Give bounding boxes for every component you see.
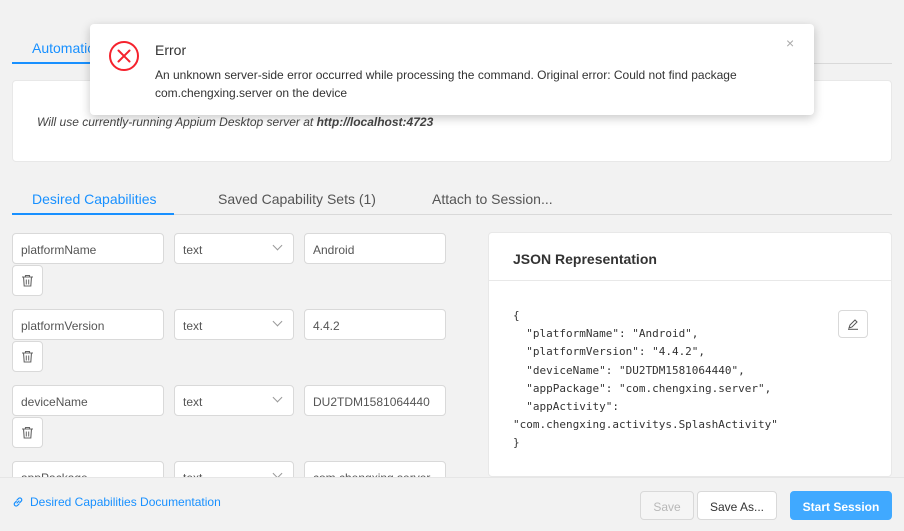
capability-type-value: text bbox=[183, 395, 203, 409]
save-button[interactable]: Save bbox=[640, 491, 694, 520]
server-info-prefix: Will use currently-running Appium Deskto… bbox=[37, 115, 317, 129]
capability-type-select[interactable]: text bbox=[174, 385, 294, 416]
error-circle-icon bbox=[109, 41, 139, 71]
capability-value-input[interactable]: 4.4.2 bbox=[304, 309, 446, 340]
json-representation-panel: JSON Representation { "platformName": "A… bbox=[488, 232, 892, 477]
capability-name-input[interactable]: platformVersion bbox=[12, 309, 164, 340]
capability-value-input[interactable]: Android bbox=[304, 233, 446, 264]
capability-name-input[interactable]: deviceName bbox=[12, 385, 164, 416]
capability-name-input[interactable]: platformName bbox=[12, 233, 164, 264]
capability-tabs: Desired Capabilities Saved Capability Se… bbox=[12, 186, 892, 215]
edit-json-button[interactable] bbox=[838, 310, 868, 338]
link-icon bbox=[13, 497, 23, 507]
edit-icon bbox=[848, 319, 858, 330]
json-code-block: { "platformName": "Android", "platformVe… bbox=[513, 309, 778, 450]
tab-desired-capabilities[interactable]: Desired Capabilities bbox=[12, 186, 174, 215]
delete-capability-button[interactable] bbox=[12, 341, 43, 372]
trash-icon bbox=[22, 350, 33, 363]
delete-capability-button[interactable] bbox=[12, 265, 43, 296]
json-panel-title: JSON Representation bbox=[513, 251, 657, 267]
start-session-button[interactable]: Start Session bbox=[790, 491, 892, 520]
capability-type-value: text bbox=[183, 319, 203, 333]
chevron-down-icon bbox=[272, 392, 283, 403]
tab-attach-to-session[interactable]: Attach to Session... bbox=[432, 191, 553, 207]
save-as-button[interactable]: Save As... bbox=[697, 491, 777, 520]
bottom-bar: Desired Capabilities Documentation Save … bbox=[0, 477, 904, 531]
chevron-down-icon bbox=[272, 240, 283, 251]
capability-value-input[interactable]: DU2TDM1581064440 bbox=[304, 385, 446, 416]
chevron-down-icon bbox=[272, 316, 283, 327]
notification-message: An unknown server-side error occurred wh… bbox=[155, 68, 737, 100]
close-icon[interactable]: × bbox=[786, 35, 794, 51]
trash-icon bbox=[22, 274, 33, 287]
notification-title: Error bbox=[155, 42, 187, 58]
delete-capability-button[interactable] bbox=[12, 417, 43, 448]
error-notification: Error An unknown server-side error occur… bbox=[90, 24, 814, 115]
capability-type-select[interactable]: text bbox=[174, 233, 294, 264]
server-info-text: Will use currently-running Appium Deskto… bbox=[37, 115, 433, 129]
server-url: http://localhost:4723 bbox=[316, 115, 434, 129]
capability-type-select[interactable]: text bbox=[174, 309, 294, 340]
docs-link-label: Desired Capabilities Documentation bbox=[30, 495, 221, 509]
divider bbox=[489, 280, 891, 281]
trash-icon bbox=[22, 426, 33, 439]
desired-capabilities-docs-link[interactable]: Desired Capabilities Documentation bbox=[12, 495, 221, 509]
capability-type-value: text bbox=[183, 243, 203, 257]
tab-saved-capability-sets[interactable]: Saved Capability Sets (1) bbox=[218, 191, 376, 207]
